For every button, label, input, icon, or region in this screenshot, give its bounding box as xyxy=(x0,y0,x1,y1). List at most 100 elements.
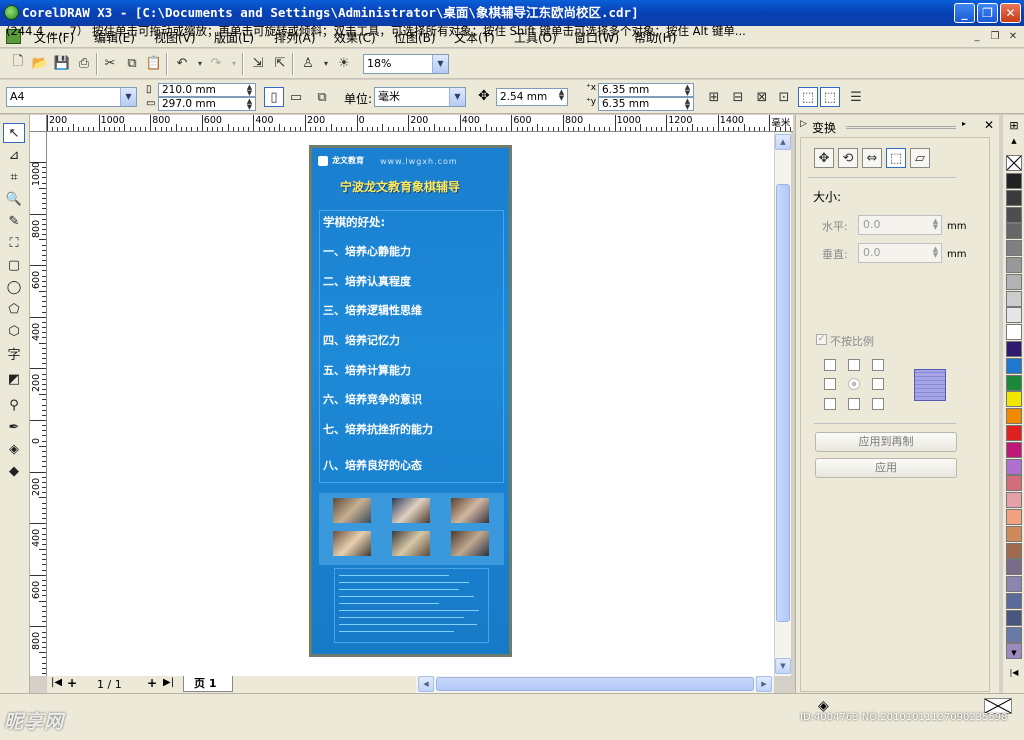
duplicate-x-field[interactable]: 6.35 mm ▲ ▼ xyxy=(598,83,694,97)
docker-grip[interactable] xyxy=(846,126,956,129)
page-tab[interactable]: 页 1 xyxy=(183,676,233,692)
import-icon[interactable]: ⇲ xyxy=(248,53,268,73)
color-swatch[interactable] xyxy=(1006,441,1022,458)
restore-button[interactable]: ❐ xyxy=(977,3,998,23)
size-transform-icon[interactable]: ⬚ xyxy=(886,148,906,168)
spinner-arrows-icon[interactable]: ▲ ▼ xyxy=(244,98,255,111)
scroll-left-icon[interactable]: ◀ xyxy=(418,676,434,692)
color-swatch[interactable] xyxy=(1006,542,1022,559)
snap-to-guidelines-icon[interactable]: ⊟ xyxy=(728,87,748,107)
color-swatch[interactable] xyxy=(1006,509,1022,525)
minimize-button[interactable]: _ xyxy=(954,3,975,23)
landscape-icon[interactable]: ▭ xyxy=(286,87,306,107)
close-button[interactable]: ✕ xyxy=(1000,3,1021,23)
portrait-icon[interactable]: ▯ xyxy=(264,87,284,107)
palette-expand-icon[interactable]: |◀ xyxy=(1006,668,1022,678)
poster-page[interactable]: 龙文教育 www.lwgxh.com 宁波龙文教育象棋辅导 学棋的好处: 一、培… xyxy=(309,145,512,657)
chevron-down-icon[interactable]: ▼ xyxy=(432,55,448,73)
horizontal-scrollbar[interactable]: ◀ ▶ xyxy=(416,676,774,693)
color-swatch[interactable] xyxy=(1006,206,1022,223)
print-icon[interactable]: ⎙ xyxy=(74,53,94,73)
color-swatch[interactable] xyxy=(1006,391,1022,408)
color-swatch[interactable] xyxy=(1006,626,1022,643)
vertical-scroll-thumb[interactable] xyxy=(776,184,790,622)
apply-button[interactable]: 应用 xyxy=(815,458,957,478)
color-swatch[interactable] xyxy=(1006,609,1022,626)
corel-online-icon[interactable]: ☀ xyxy=(334,53,354,73)
color-swatch[interactable] xyxy=(1006,492,1022,509)
color-swatch[interactable] xyxy=(1006,458,1022,475)
anchor-bottom-center[interactable] xyxy=(848,398,860,410)
scroll-down-icon[interactable]: ▼ xyxy=(775,658,791,674)
spinner-arrows-icon[interactable]: ▲ ▼ xyxy=(682,98,693,111)
export-icon[interactable]: ⇱ xyxy=(270,53,290,73)
spinner-arrows-icon[interactable]: ▲ ▼ xyxy=(556,89,567,102)
color-swatch[interactable] xyxy=(1006,173,1022,189)
open-icon[interactable]: 📂 xyxy=(30,53,50,73)
anchor-top-left[interactable] xyxy=(824,359,836,371)
color-swatch[interactable] xyxy=(1006,408,1022,425)
color-swatch[interactable] xyxy=(1006,425,1022,441)
spinner-arrows-icon[interactable]: ▲ ▼ xyxy=(244,84,255,97)
rectangle-tool-icon[interactable]: ▢ xyxy=(3,255,25,275)
vertical-scrollbar[interactable]: ▲ ▼ xyxy=(774,132,791,676)
first-page-icon[interactable]: |◀ xyxy=(51,677,62,688)
anchor-middle-left[interactable] xyxy=(824,378,836,390)
polygon-tool-icon[interactable]: ⬠ xyxy=(3,299,25,319)
color-swatch[interactable] xyxy=(1006,307,1022,324)
snap-to-grid-icon[interactable]: ⊞ xyxy=(704,87,724,107)
scroll-up-icon[interactable]: ▲ xyxy=(775,134,791,150)
nudge-offset-field[interactable]: 2.54 mm ▲ ▼ xyxy=(496,88,568,106)
smart-fill-icon[interactable]: ⛶ xyxy=(3,233,25,253)
scale-transform-icon[interactable]: ⇔ xyxy=(862,148,882,168)
anchor-center[interactable] xyxy=(848,378,860,390)
units-select[interactable]: 毫米 ▼ xyxy=(374,87,466,107)
treat-as-filled-icon[interactable]: ⬚ xyxy=(798,87,818,107)
color-swatch[interactable] xyxy=(1006,576,1022,593)
apply-to-duplicate-button[interactable]: 应用到再制 xyxy=(815,432,957,452)
add-page-after-icon[interactable]: + xyxy=(147,676,157,690)
color-swatch[interactable] xyxy=(1006,257,1022,273)
proportional-checkbox[interactable]: ✓ xyxy=(816,334,827,345)
rotate-transform-icon[interactable]: ⟲ xyxy=(838,148,858,168)
snap-to-objects-icon[interactable]: ⊠ xyxy=(752,87,772,107)
application-launcher-icon[interactable]: ♙ xyxy=(298,53,318,73)
position-transform-icon[interactable]: ✥ xyxy=(814,148,834,168)
color-swatch[interactable] xyxy=(1006,559,1022,576)
all-pages-icon[interactable]: ⧉ xyxy=(312,87,332,107)
pick-tool-icon[interactable]: ↖ xyxy=(3,123,25,143)
color-swatch[interactable] xyxy=(1006,357,1022,374)
coreldraw-app-icon[interactable] xyxy=(4,5,19,20)
horizontal-scroll-thumb[interactable] xyxy=(436,677,754,691)
color-swatch[interactable] xyxy=(1006,475,1022,492)
last-page-icon[interactable]: ▶| xyxy=(163,677,174,688)
horizontal-ruler[interactable]: 200 1000 800 600 400 200 0 200 400 600 800 1000 1200… xyxy=(47,115,793,132)
scroll-right-icon[interactable]: ▶ xyxy=(756,676,772,692)
text-tool-icon[interactable]: 字 xyxy=(3,343,25,363)
anchor-top-right[interactable] xyxy=(872,359,884,371)
save-icon[interactable]: 💾 xyxy=(52,53,72,73)
color-swatch[interactable] xyxy=(1006,374,1022,391)
redo-dropdown-icon[interactable]: ▾ xyxy=(224,53,244,73)
vertical-size-field[interactable]: 0.0 ▲ ▼ xyxy=(858,243,942,263)
basic-shapes-icon[interactable]: ⬡ xyxy=(3,321,25,341)
zoom-tool-icon[interactable]: 🔍 xyxy=(3,189,25,209)
show-bounding-icon[interactable]: ⬚ xyxy=(820,87,840,107)
docker-collapse-icon[interactable]: ▷ xyxy=(800,119,807,129)
options-icon[interactable]: ☰ xyxy=(846,87,866,107)
doc-minimize-button[interactable]: _ xyxy=(970,30,984,44)
palette-scroll-down-icon[interactable]: ▼ xyxy=(1006,649,1022,659)
chevron-down-icon[interactable]: ▼ xyxy=(120,88,136,106)
outline-tool-icon[interactable]: ✒ xyxy=(3,417,25,437)
anchor-middle-right[interactable] xyxy=(872,378,884,390)
color-swatch[interactable] xyxy=(1006,341,1022,357)
color-swatch[interactable] xyxy=(1006,525,1022,542)
color-swatch[interactable] xyxy=(1006,273,1022,290)
skew-transform-icon[interactable]: ▱ xyxy=(910,148,930,168)
color-swatch[interactable] xyxy=(1006,240,1022,257)
shape-tool-icon[interactable]: ⊿ xyxy=(3,145,25,165)
spinner-arrows-icon[interactable]: ▲ ▼ xyxy=(682,84,693,97)
crop-tool-icon[interactable]: ⌗ xyxy=(3,167,25,187)
palette-options-icon[interactable]: ⊞ xyxy=(1006,119,1022,135)
palette-scroll-up-icon[interactable]: ▲ xyxy=(1006,137,1022,145)
